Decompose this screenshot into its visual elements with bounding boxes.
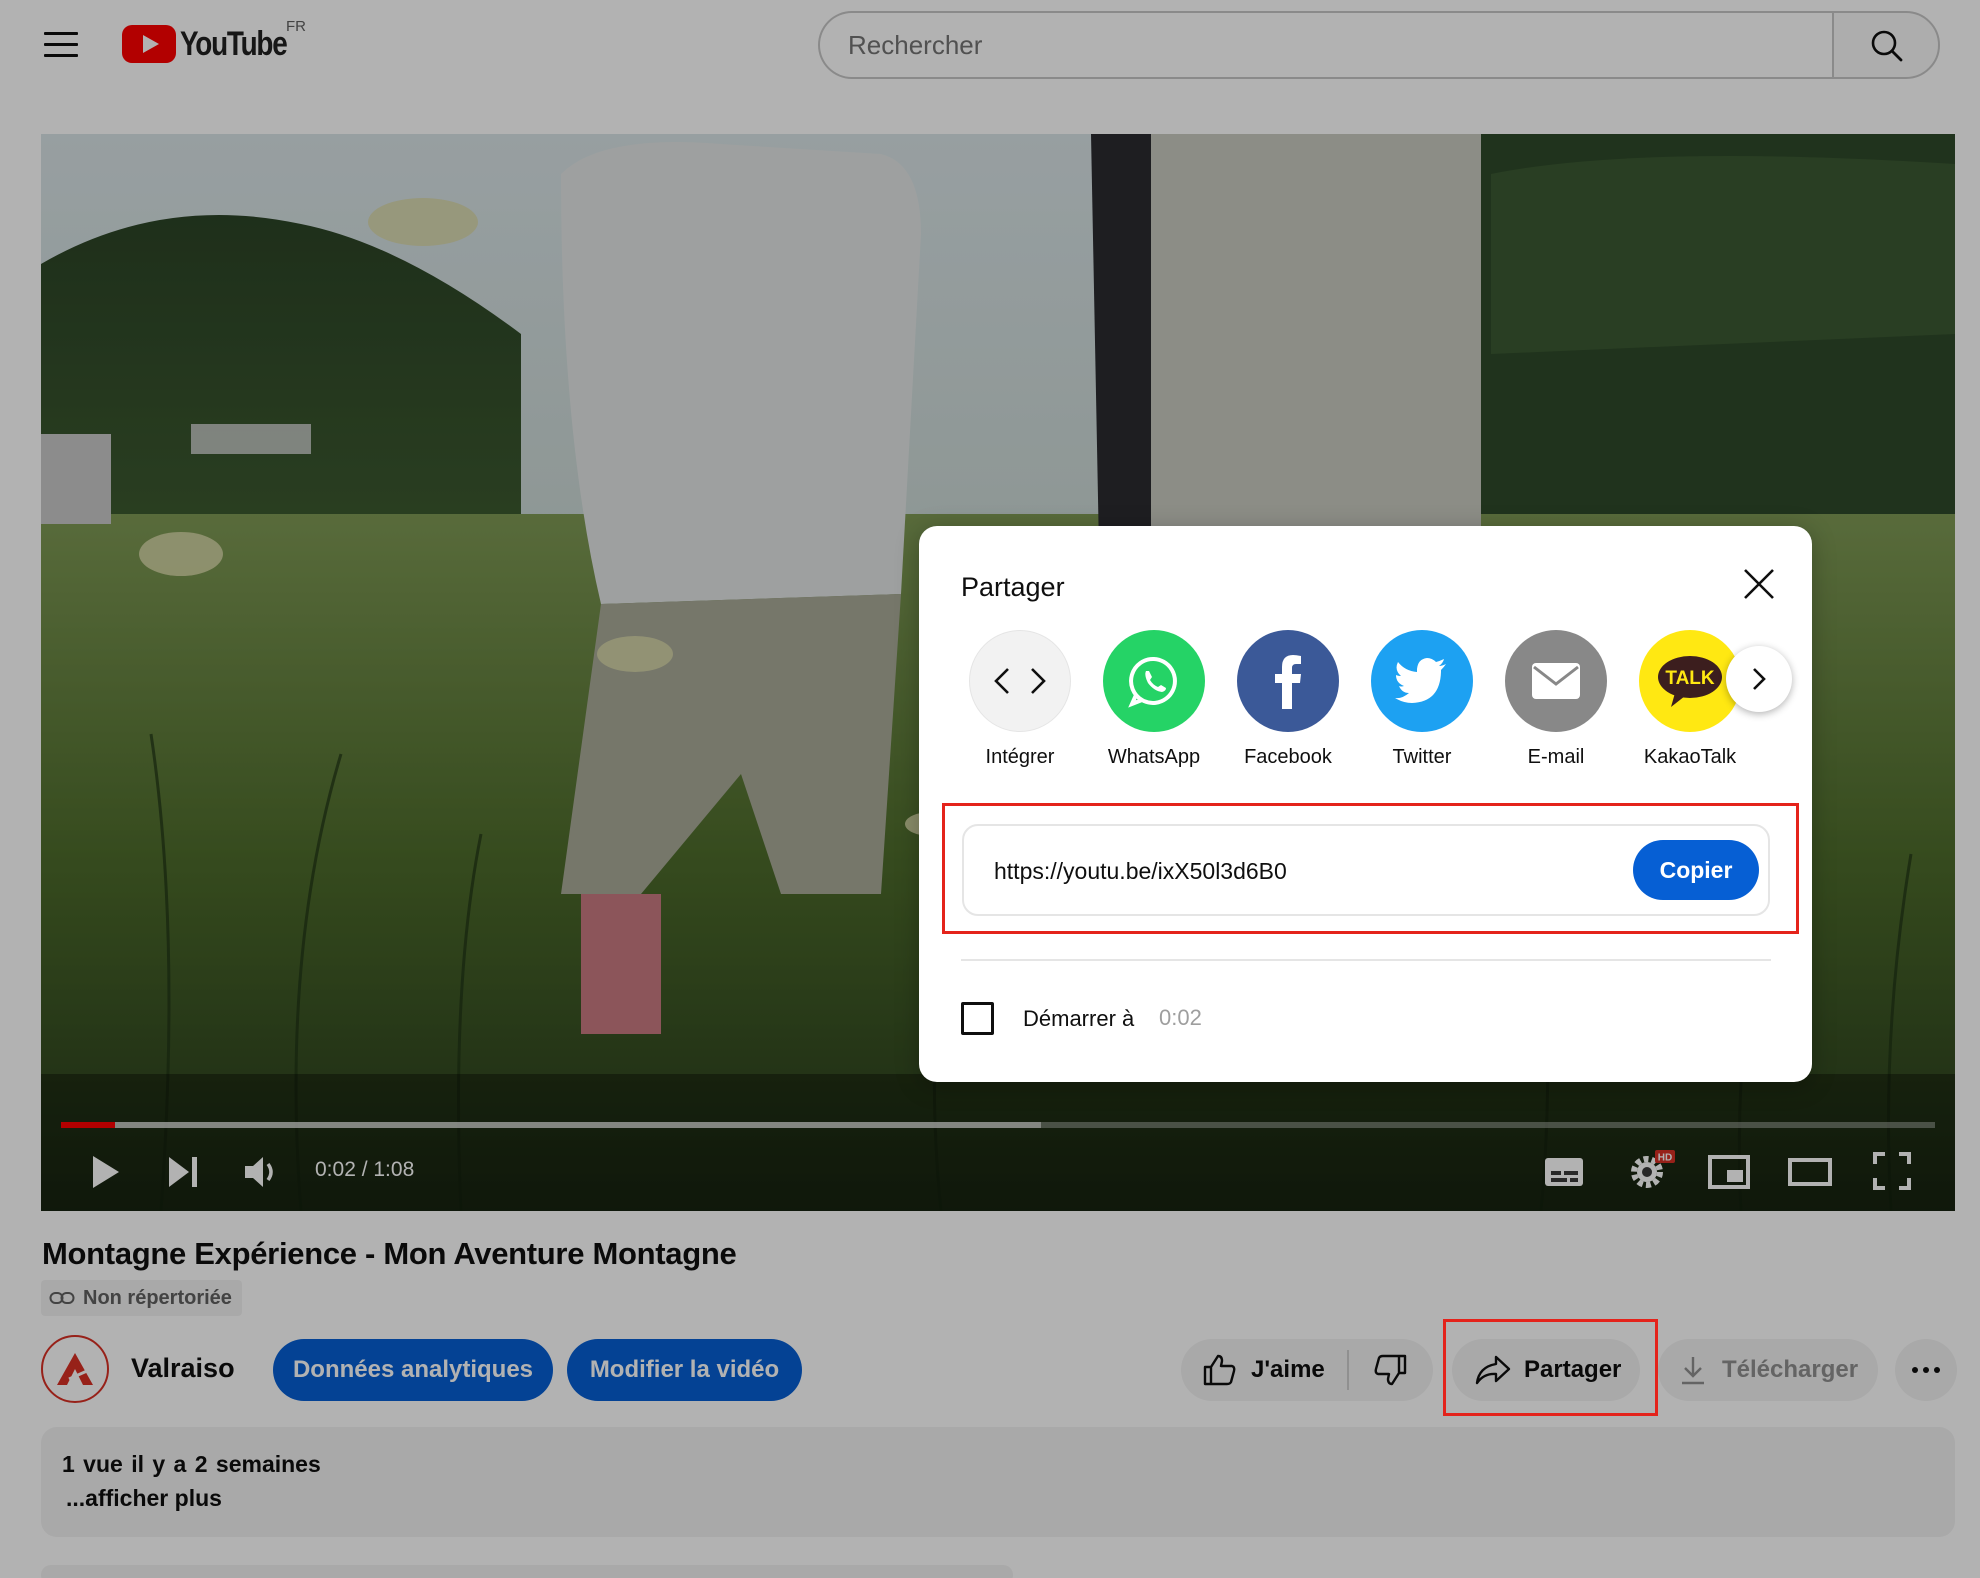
share-email[interactable]: E-mail xyxy=(1496,630,1616,769)
kakaotalk-badge-text: TALK xyxy=(1665,668,1715,689)
share-kakaotalk-label: KakaoTalk xyxy=(1643,746,1737,768)
share-button-highlight xyxy=(1443,1319,1658,1416)
share-facebook[interactable]: Facebook xyxy=(1228,630,1348,769)
start-at-checkbox[interactable] xyxy=(961,1002,994,1035)
share-dialog-title: Partager xyxy=(961,572,1065,602)
share-kakaotalk[interactable]: TALK KakaoTalk xyxy=(1630,630,1750,769)
share-whatsapp[interactable]: WhatsApp xyxy=(1094,630,1214,769)
dialog-divider xyxy=(961,959,1771,961)
share-twitter[interactable]: Twitter xyxy=(1362,630,1482,769)
email-icon xyxy=(1505,630,1607,732)
embed-icon xyxy=(969,630,1071,732)
start-at-label: Démarrer à xyxy=(1023,1006,1135,1031)
share-url-highlight xyxy=(942,803,1799,934)
chevron-right-icon xyxy=(1753,668,1766,690)
close-icon[interactable] xyxy=(1739,564,1779,604)
start-at-time-field[interactable] xyxy=(1159,998,1239,1038)
share-whatsapp-label: WhatsApp xyxy=(1107,746,1201,768)
share-embed-label: Intégrer xyxy=(985,746,1055,768)
twitter-icon xyxy=(1371,630,1473,732)
facebook-icon xyxy=(1237,630,1339,732)
share-facebook-label: Facebook xyxy=(1244,746,1332,768)
share-twitter-label: Twitter xyxy=(1392,746,1452,768)
whatsapp-icon xyxy=(1103,630,1205,732)
share-email-label: E-mail xyxy=(1527,746,1585,768)
share-embed[interactable]: Intégrer xyxy=(960,630,1080,769)
share-next-button[interactable] xyxy=(1726,646,1792,712)
